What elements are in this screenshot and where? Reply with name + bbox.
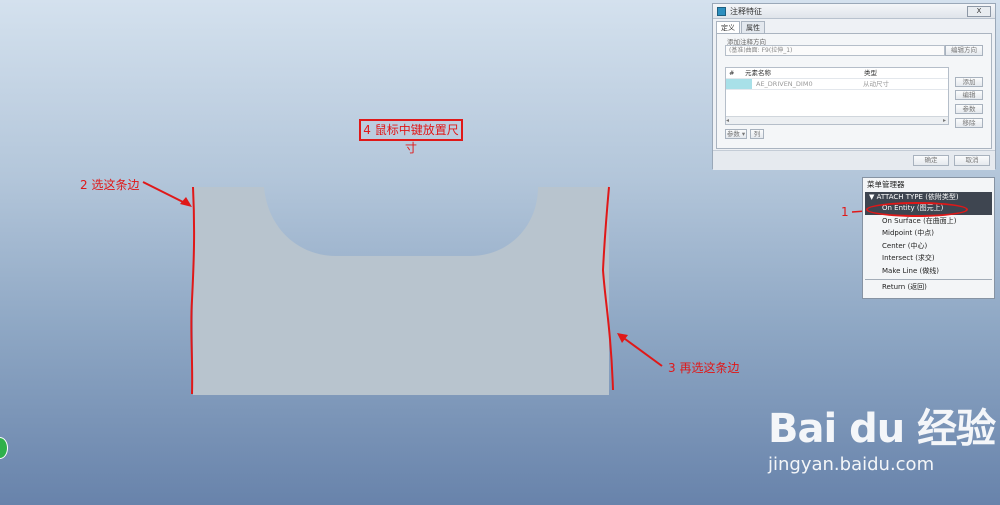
parameters-button[interactable]: 参数 (955, 104, 983, 114)
edit-direction-button[interactable]: 编辑方向 (945, 45, 983, 56)
menu-item-midpoint[interactable]: Midpoint (中点) (865, 227, 992, 240)
arrow-step3-head (617, 333, 628, 343)
dialog-app-icon (717, 6, 726, 16)
columns-button[interactable]: 列 (750, 129, 764, 139)
attach-type-header[interactable]: ▼ ATTACH TYPE (依附类型) (865, 192, 992, 202)
dialog-titlebar[interactable]: 注释特征 (713, 4, 995, 19)
edit-button[interactable]: 编辑 (955, 90, 983, 100)
element-table: # 元素名称 类型 AE_DRIVEN_DIM0 从动尺寸 ◂ ▸ (725, 67, 949, 125)
arrow-step3 (620, 335, 663, 367)
baidu-watermark: Bai du 经验 jingyan.baidu.com (768, 396, 996, 475)
add-button[interactable]: 添加 (955, 77, 983, 87)
remove-button[interactable]: 移除 (955, 118, 983, 128)
menu-item-make-line[interactable]: Make Line (做线) (865, 265, 992, 278)
dialog-close-button[interactable]: X (967, 6, 991, 17)
baidu-logo: Bai du 经验 (768, 406, 996, 452)
step4-annotation: 4 鼠标中键放置尺寸 (359, 119, 463, 155)
dialog-footer: 确定 取消 (713, 150, 995, 170)
parameters-dropdown[interactable]: 参数 ▾ (725, 129, 747, 139)
table-horizontal-scrollbar[interactable]: ◂ ▸ (726, 116, 948, 124)
attach-type-header-label: ATTACH TYPE (依附类型) (876, 193, 959, 201)
step2-annotation: 2 选这条边 (80, 178, 140, 192)
annotation-feature-dialog: 注释特征 X 定义 属性 添加注释方向 (基准)曲面: F9(拉伸_1) 编辑方… (712, 3, 996, 170)
direction-field[interactable]: (基准)曲面: F9(拉伸_1) (725, 45, 945, 56)
dialog-title: 注释特征 (730, 6, 762, 16)
menu-item-center[interactable]: Center (中心) (865, 240, 992, 253)
menu-item-return[interactable]: Return (返回) (865, 281, 992, 294)
header-type: 类型 (864, 69, 877, 77)
menu-manager: 菜单管理器 ▼ ATTACH TYPE (依附类型) On Entity (图元… (862, 177, 995, 299)
cancel-button[interactable]: 取消 (954, 155, 990, 166)
step1-annotation: 1 (841, 205, 849, 219)
watermark-url: jingyan.baidu.com (768, 454, 935, 475)
table-row[interactable]: AE_DRIVEN_DIM0 从动尺寸 (726, 79, 948, 90)
table-header-row: # 元素名称 类型 (726, 68, 948, 79)
arrow-step2-head (180, 197, 192, 207)
menu-separator (865, 278, 992, 280)
part-body (193, 187, 609, 395)
definition-pane: 添加注释方向 (基准)曲面: F9(拉伸_1) 编辑方向 # 元素名称 类型 A… (716, 33, 992, 149)
header-num: # (729, 69, 735, 77)
ok-button[interactable]: 确定 (913, 155, 949, 166)
menu-manager-title: 菜单管理器 (867, 180, 905, 189)
row-num-cell (726, 79, 752, 89)
header-element-name: 元素名称 (745, 69, 771, 77)
step3-annotation: 3 再选这条边 (668, 361, 740, 375)
row-type: 从动尺寸 (863, 80, 889, 88)
menu-item-intersect[interactable]: Intersect (求交) (865, 252, 992, 265)
row-element-name: AE_DRIVEN_DIM0 (756, 80, 813, 88)
on-entity-highlight-oval (866, 202, 968, 217)
